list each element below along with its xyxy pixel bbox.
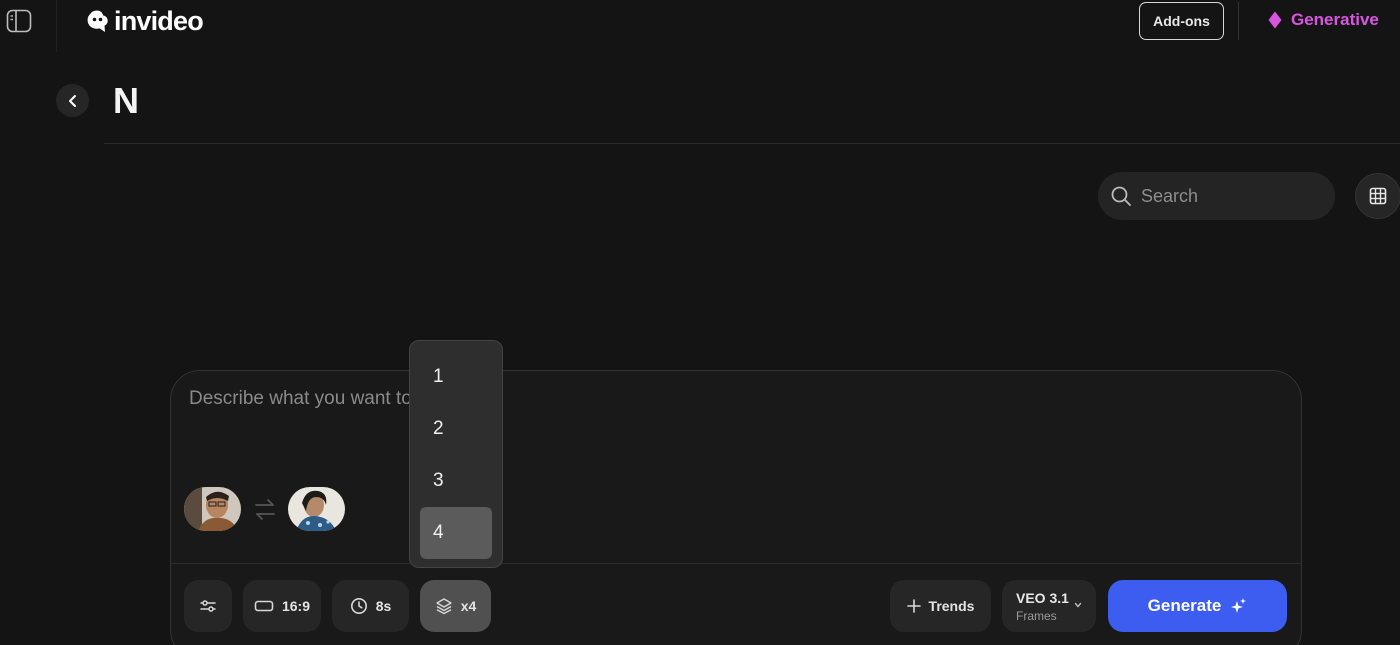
plan-badge[interactable]: Generative	[1268, 8, 1379, 32]
generate-button[interactable]: Generate	[1108, 580, 1287, 632]
duration-button[interactable]: 8s	[332, 580, 409, 632]
model-mode: Frames	[1016, 609, 1057, 623]
sparkle-icon	[1231, 598, 1247, 613]
search-bar[interactable]	[1098, 172, 1335, 220]
topbar-divider	[56, 0, 57, 52]
composer-divider	[171, 563, 1301, 564]
count-option-1[interactable]: 1	[420, 351, 492, 403]
plan-label: Generative	[1291, 10, 1379, 29]
generate-label: Generate	[1147, 596, 1222, 615]
trends-label: Trends	[928, 598, 975, 614]
output-count-button[interactable]: x4	[420, 580, 491, 632]
start-frame-thumbnail[interactable]	[184, 487, 241, 531]
prompt-input[interactable]	[189, 388, 1279, 468]
grid-view-button[interactable]	[1355, 173, 1400, 219]
end-frame-image	[288, 487, 345, 531]
settings-button[interactable]	[184, 580, 232, 632]
sliders-icon	[200, 600, 216, 612]
aspect-ratio-button[interactable]: 16:9	[243, 580, 321, 632]
trends-button[interactable]: Trends	[890, 580, 991, 632]
output-count-label: x4	[460, 598, 477, 614]
search-icon	[1111, 186, 1131, 206]
aspect-ratio-label: 16:9	[281, 598, 311, 614]
logo-mark-icon	[87, 10, 108, 32]
count-option-3[interactable]: 3	[420, 455, 492, 507]
duration-label: 8s	[375, 598, 392, 614]
chevron-left-icon	[68, 94, 76, 107]
swap-frames-icon[interactable]	[252, 496, 278, 522]
output-count-dropdown: 1 2 3 4	[409, 340, 503, 568]
count-option-4[interactable]: 4	[420, 507, 492, 559]
sidebar-toggle-button[interactable]	[5, 8, 32, 33]
aspect-ratio-icon	[254, 600, 274, 612]
model-name: VEO 3.1	[1016, 590, 1069, 606]
plus-icon	[906, 599, 921, 613]
header-divider	[104, 143, 1400, 144]
diamond-icon	[1268, 11, 1282, 29]
addons-button[interactable]: Add-ons	[1139, 2, 1224, 40]
model-selector[interactable]: VEO 3.1 Frames	[1002, 580, 1096, 632]
topbar-divider-right	[1238, 2, 1239, 40]
sidebar-panel-icon	[6, 9, 31, 32]
end-frame-thumbnail[interactable]	[288, 487, 345, 531]
app-root: invideo Add-ons Generative N Search Desc…	[0, 0, 1400, 645]
layers-icon	[436, 598, 452, 615]
grid-icon	[1369, 187, 1387, 205]
clock-icon	[350, 598, 367, 614]
back-button[interactable]	[56, 84, 89, 117]
page-title: N	[113, 80, 139, 121]
start-frame-image	[184, 487, 241, 531]
search-input[interactable]	[1141, 185, 1321, 207]
count-option-2[interactable]: 2	[420, 403, 492, 455]
logo-text: invideo	[114, 5, 204, 36]
chevron-down-icon	[1074, 602, 1082, 608]
invideo-logo[interactable]: invideo	[84, 5, 204, 36]
